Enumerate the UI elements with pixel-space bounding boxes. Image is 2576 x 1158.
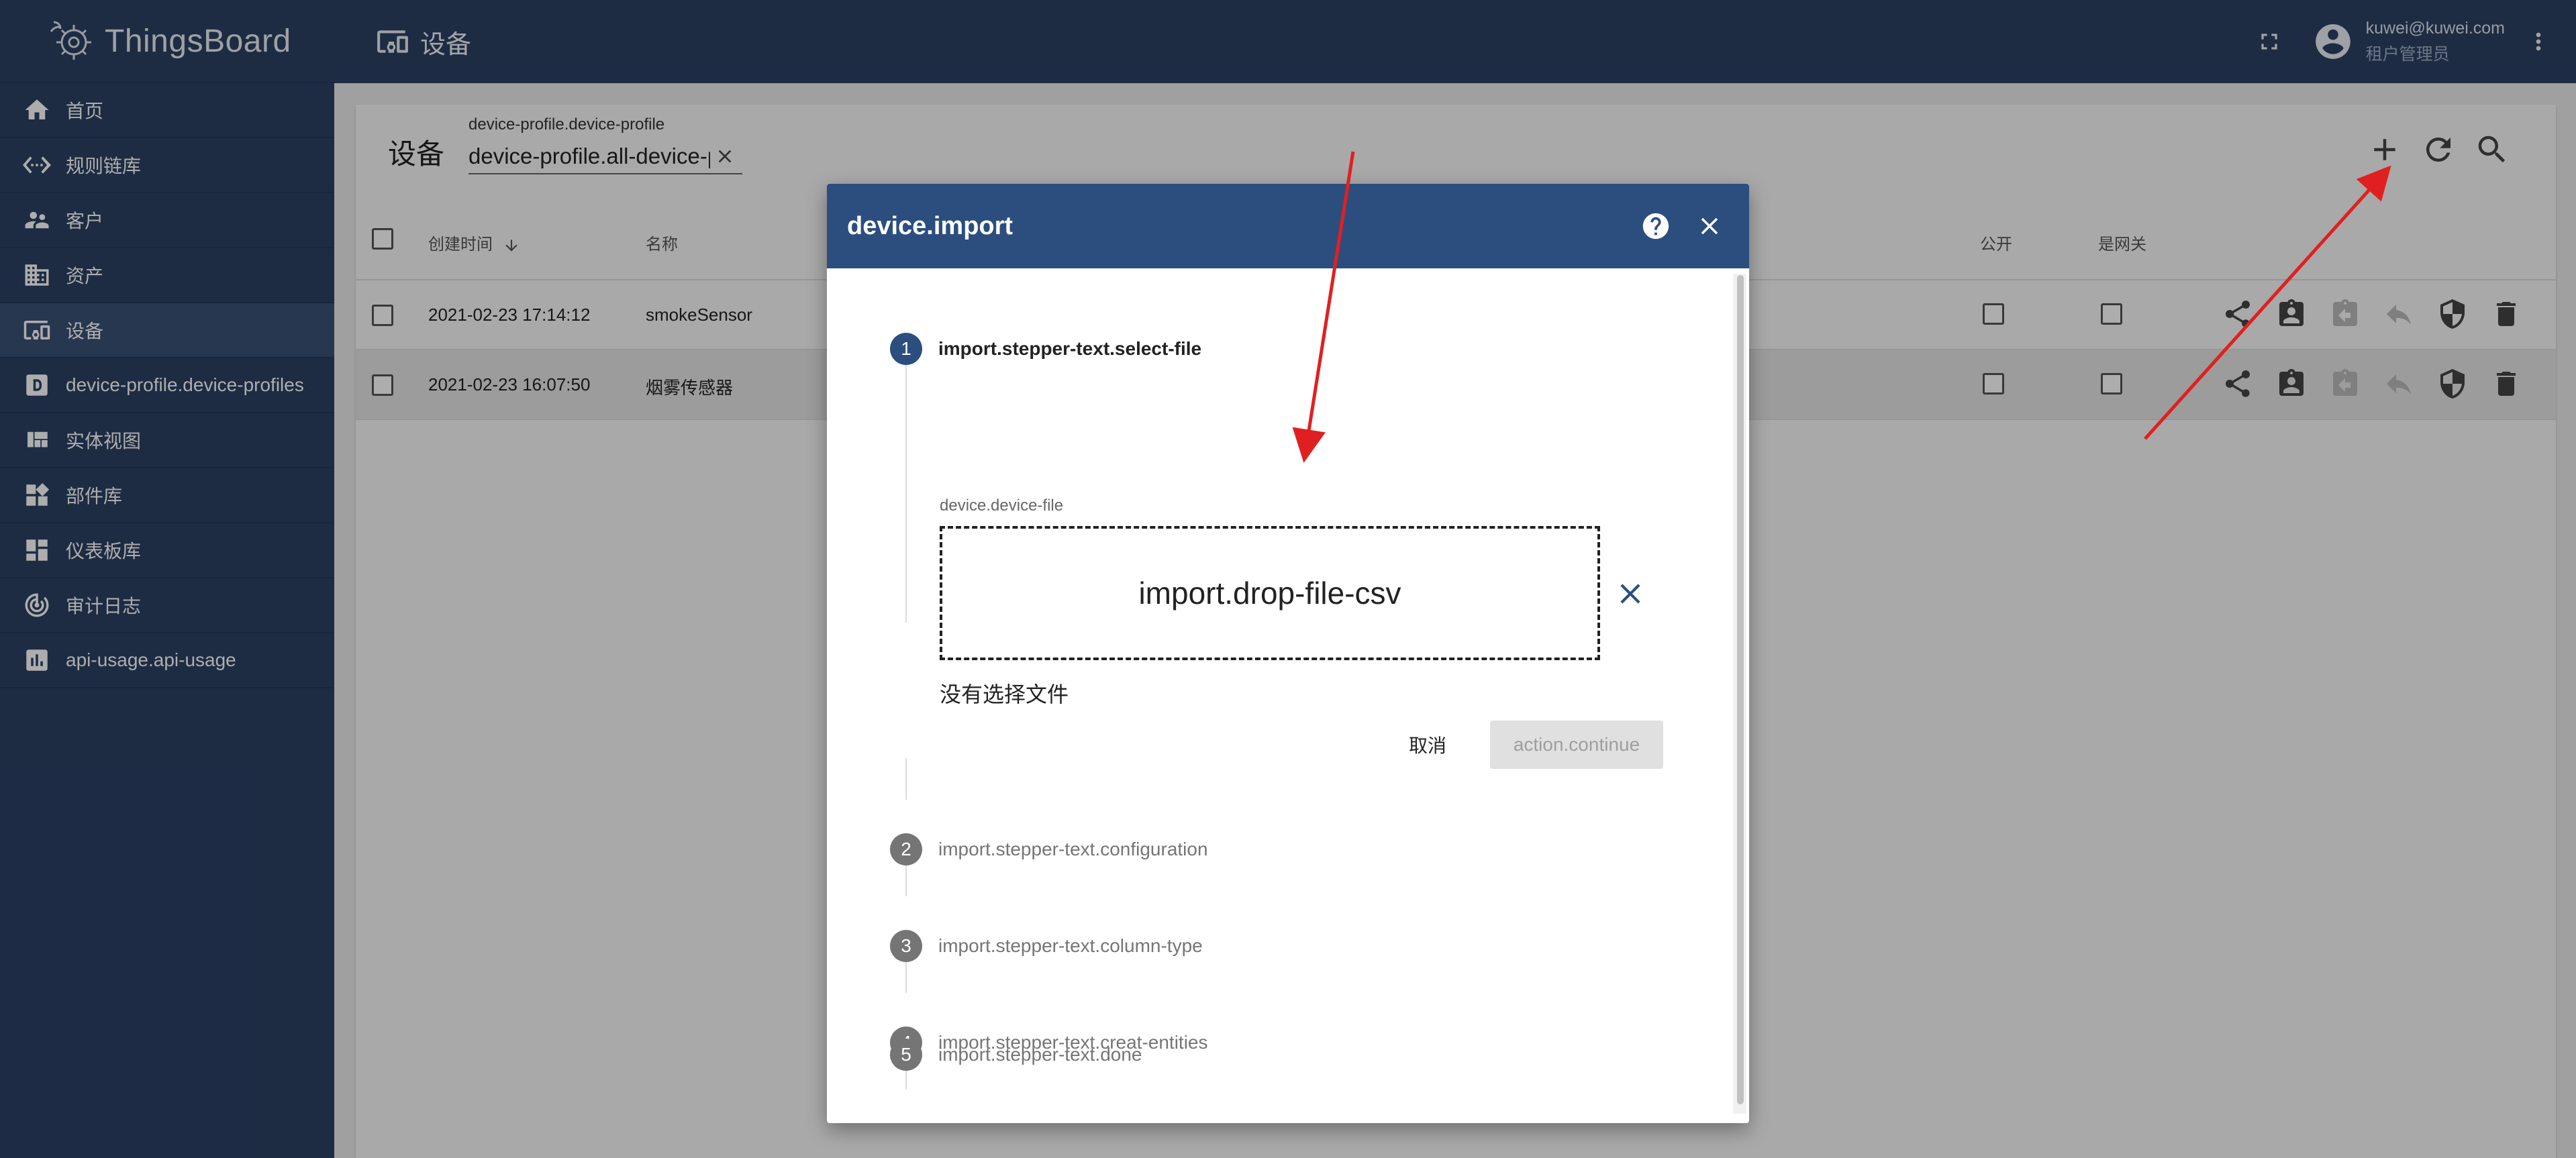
drop-zone-text: import.drop-file-csv: [1138, 576, 1401, 611]
stepper-line: [905, 758, 907, 800]
file-drop-zone[interactable]: import.drop-file-csv: [940, 526, 1600, 660]
step-done[interactable]: 5 import.stepper-text.done: [890, 1039, 1142, 1071]
dialog-title: device.import: [847, 211, 1013, 240]
step-column-type[interactable]: 3 import.stepper-text.column-type: [890, 930, 1203, 962]
step-number: 2: [890, 833, 922, 865]
stepper-line: [905, 354, 907, 623]
device-file-label: device.device-file: [940, 496, 1064, 515]
dialog-header: device.import: [827, 184, 1749, 268]
step-label: import.stepper-text.column-type: [938, 935, 1203, 956]
cancel-button[interactable]: 取消: [1377, 721, 1478, 769]
continue-button[interactable]: action.continue: [1490, 721, 1663, 769]
clear-file-icon[interactable]: [1614, 577, 1647, 611]
dialog-body: 1 import.stepper-text.select-file device…: [827, 268, 1749, 1123]
step-label: import.stepper-text.done: [938, 1044, 1142, 1065]
close-icon[interactable]: [1695, 212, 1724, 240]
dialog-scrollbar-thumb[interactable]: [1737, 275, 1744, 1104]
help-icon[interactable]: [1640, 211, 1671, 242]
step-select-file[interactable]: 1 import.stepper-text.select-file: [890, 333, 1201, 365]
step-configuration[interactable]: 2 import.stepper-text.configuration: [890, 833, 1208, 865]
step-number: 3: [890, 930, 922, 962]
step-label: import.stepper-text.select-file: [938, 338, 1202, 359]
no-file-selected: 没有选择文件: [940, 682, 1069, 706]
import-dialog: device.import 1 import.stepper-text.sele…: [827, 184, 1749, 1123]
step-number: 5: [890, 1039, 922, 1071]
step-number: 1: [890, 333, 922, 365]
step-label: import.stepper-text.configuration: [938, 839, 1208, 859]
